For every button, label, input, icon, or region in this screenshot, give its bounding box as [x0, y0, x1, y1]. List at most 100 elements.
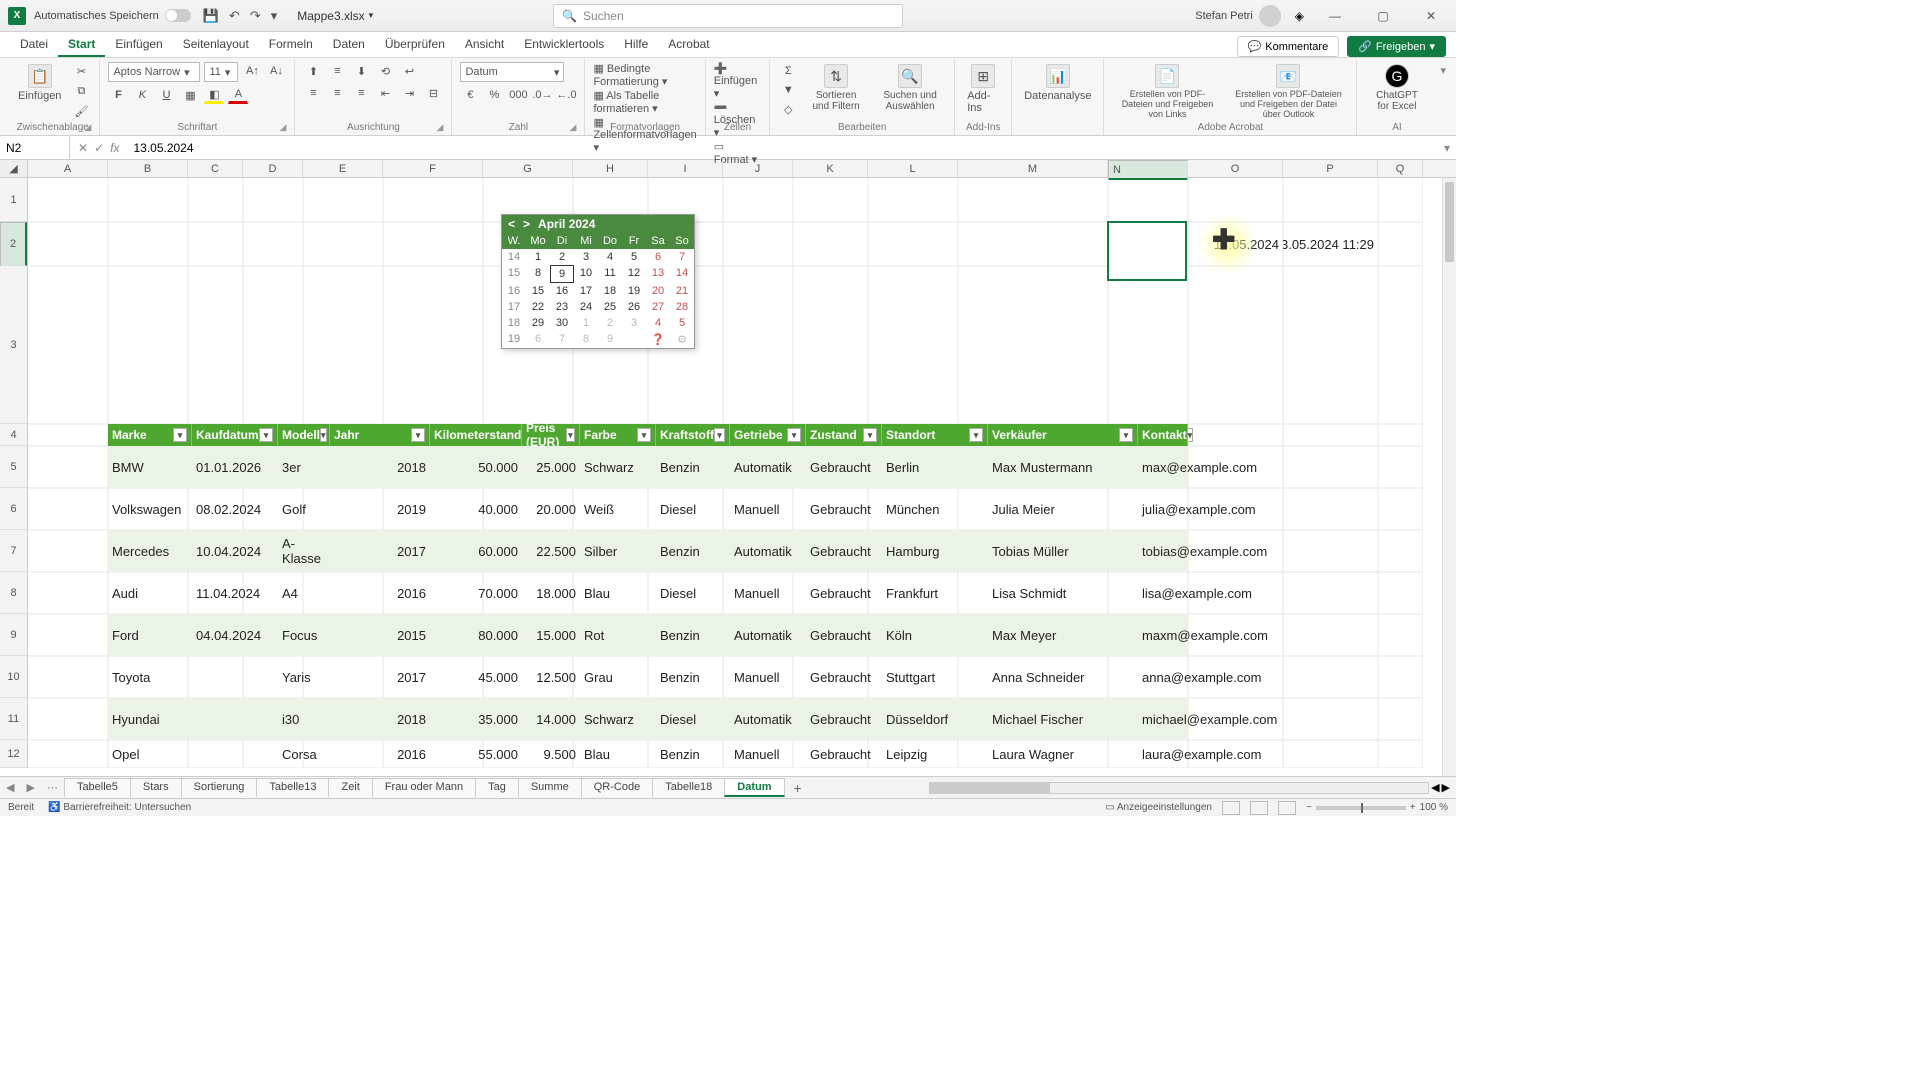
insert-cells-button[interactable]: ➕ Einfügen ▾: [714, 62, 762, 100]
zoom-out-icon[interactable]: −: [1306, 802, 1312, 813]
format-table-button[interactable]: ▦ Als Tabelle formatieren ▾: [593, 89, 696, 115]
table-cell[interactable]: Manuell: [730, 740, 806, 768]
pdf-link-button[interactable]: 📄Erstellen von PDF-Dateien und Freigeben…: [1112, 62, 1222, 122]
table-header-getriebe[interactable]: Getriebe▾: [730, 424, 806, 446]
col-header-N[interactable]: N: [1108, 160, 1188, 180]
cal-day[interactable]: 30: [550, 315, 574, 331]
cal-day[interactable]: 4: [646, 315, 670, 331]
cal-day[interactable]: 10: [574, 265, 598, 283]
col-header-O[interactable]: O: [1188, 160, 1283, 177]
scroll-left-icon[interactable]: ◀: [1431, 781, 1439, 794]
table-header-farbe[interactable]: Farbe▾: [580, 424, 656, 446]
orientation-icon[interactable]: ⟲: [375, 62, 395, 80]
table-cell[interactable]: 55.000: [430, 740, 522, 768]
table-cell[interactable]: München: [882, 488, 988, 530]
table-cell[interactable]: 2015: [330, 614, 430, 656]
table-cell[interactable]: 18.000: [522, 572, 580, 614]
table-cell[interactable]: Hyundai: [108, 698, 192, 740]
accept-fx-icon[interactable]: ✓: [94, 141, 104, 155]
row-header-3[interactable]: 3: [0, 266, 27, 424]
table-cell[interactable]: 12.500: [522, 656, 580, 698]
cal-day[interactable]: 14: [670, 265, 694, 283]
table-cell[interactable]: lisa@example.com: [1138, 572, 1188, 614]
ribbon-tab-überprüfen[interactable]: Überprüfen: [375, 33, 455, 57]
wrap-text-icon[interactable]: ↩: [399, 62, 419, 80]
underline-button[interactable]: U: [156, 86, 176, 104]
table-cell[interactable]: Benzin: [656, 446, 730, 488]
cell-P2[interactable]: 13.05.2024 11:29: [1283, 222, 1378, 266]
col-header-J[interactable]: J: [723, 160, 793, 177]
zoom-control[interactable]: − + 100 %: [1306, 802, 1448, 813]
table-cell[interactable]: Toyota: [108, 656, 192, 698]
table-cell[interactable]: BMW: [108, 446, 192, 488]
cut-icon[interactable]: ✂: [71, 62, 91, 80]
col-header-H[interactable]: H: [573, 160, 648, 177]
format-painter-icon[interactable]: 🖌: [71, 102, 91, 120]
autosum-icon[interactable]: Σ: [778, 62, 798, 80]
vertical-scrollbar[interactable]: [1442, 178, 1456, 776]
table-cell[interactable]: A-Klasse: [278, 530, 330, 572]
table-cell[interactable]: Köln: [882, 614, 988, 656]
table-cell[interactable]: 08.02.2024: [192, 488, 278, 530]
undo-icon[interactable]: ↶: [229, 8, 240, 24]
cal-day[interactable]: 22: [526, 299, 550, 315]
cal-day[interactable]: 28: [670, 299, 694, 315]
align-top-icon[interactable]: ⬆: [303, 62, 323, 80]
cal-day[interactable]: 21: [670, 283, 694, 299]
sheet-tab-tag[interactable]: Tag: [475, 778, 519, 797]
cal-day[interactable]: 15: [526, 283, 550, 299]
filter-dropdown-icon[interactable]: ▾: [969, 428, 983, 442]
view-layout-icon[interactable]: [1250, 801, 1268, 815]
chatgpt-button[interactable]: GChatGPT for Excel: [1365, 62, 1428, 114]
grid[interactable]: 123456789101112 13.05.202413.05.202413.0…: [0, 178, 1456, 776]
col-header-P[interactable]: P: [1283, 160, 1378, 177]
table-cell[interactable]: 14.000: [522, 698, 580, 740]
table-cell[interactable]: [192, 698, 278, 740]
col-header-C[interactable]: C: [188, 160, 243, 177]
col-header-G[interactable]: G: [483, 160, 573, 177]
copy-icon[interactable]: ⧉: [71, 82, 91, 100]
table-cell[interactable]: Yaris: [278, 656, 330, 698]
table-cell[interactable]: 2016: [330, 740, 430, 768]
table-cell[interactable]: Diesel: [656, 488, 730, 530]
close-button[interactable]: ✕: [1414, 9, 1448, 23]
table-cell[interactable]: 25.000: [522, 446, 580, 488]
table-cell[interactable]: Ford: [108, 614, 192, 656]
expand-formula-icon[interactable]: ▾: [1438, 141, 1456, 155]
align-center-icon[interactable]: ≡: [327, 84, 347, 102]
view-break-icon[interactable]: [1278, 801, 1296, 815]
table-header-kaufdatum[interactable]: Kaufdatum▾: [192, 424, 278, 446]
table-cell[interactable]: Max Mustermann: [988, 446, 1138, 488]
cal-day[interactable]: 17: [574, 283, 598, 299]
row-header-5[interactable]: 5: [0, 446, 27, 488]
table-cell[interactable]: Golf: [278, 488, 330, 530]
ribbon-tab-start[interactable]: Start: [58, 33, 105, 57]
sheet-nav-more[interactable]: ⋯: [41, 781, 64, 794]
cal-day[interactable]: [622, 331, 646, 348]
table-header-standort[interactable]: Standort▾: [882, 424, 988, 446]
table-cell[interactable]: laura@example.com: [1138, 740, 1188, 768]
find-select-button[interactable]: 🔍Suchen und Auswählen: [874, 62, 946, 114]
table-cell[interactable]: maxm@example.com: [1138, 614, 1188, 656]
ribbon-tab-formeln[interactable]: Formeln: [259, 33, 323, 57]
table-cell[interactable]: Schwarz: [580, 698, 656, 740]
table-cell[interactable]: Hamburg: [882, 530, 988, 572]
dec-decimal-icon[interactable]: ←.0: [556, 86, 576, 104]
view-normal-icon[interactable]: [1222, 801, 1240, 815]
align-right-icon[interactable]: ≡: [351, 84, 371, 102]
table-cell[interactable]: Gebraucht: [806, 530, 882, 572]
status-accessibility[interactable]: ♿ Barrierefreiheit: Untersuchen: [48, 802, 191, 813]
filter-dropdown-icon[interactable]: ▾: [320, 428, 327, 442]
table-cell[interactable]: Düsseldorf: [882, 698, 988, 740]
row-header-6[interactable]: 6: [0, 488, 27, 530]
fx-icon[interactable]: fx: [110, 141, 119, 155]
table-cell[interactable]: max@example.com: [1138, 446, 1188, 488]
table-cell[interactable]: tobias@example.com: [1138, 530, 1188, 572]
table-cell[interactable]: julia@example.com: [1138, 488, 1188, 530]
table-cell[interactable]: 20.000: [522, 488, 580, 530]
cal-day[interactable]: 6: [526, 331, 550, 348]
name-box[interactable]: N2: [0, 136, 70, 159]
col-header-D[interactable]: D: [243, 160, 303, 177]
table-cell[interactable]: Diesel: [656, 572, 730, 614]
cal-day[interactable]: 5: [670, 315, 694, 331]
